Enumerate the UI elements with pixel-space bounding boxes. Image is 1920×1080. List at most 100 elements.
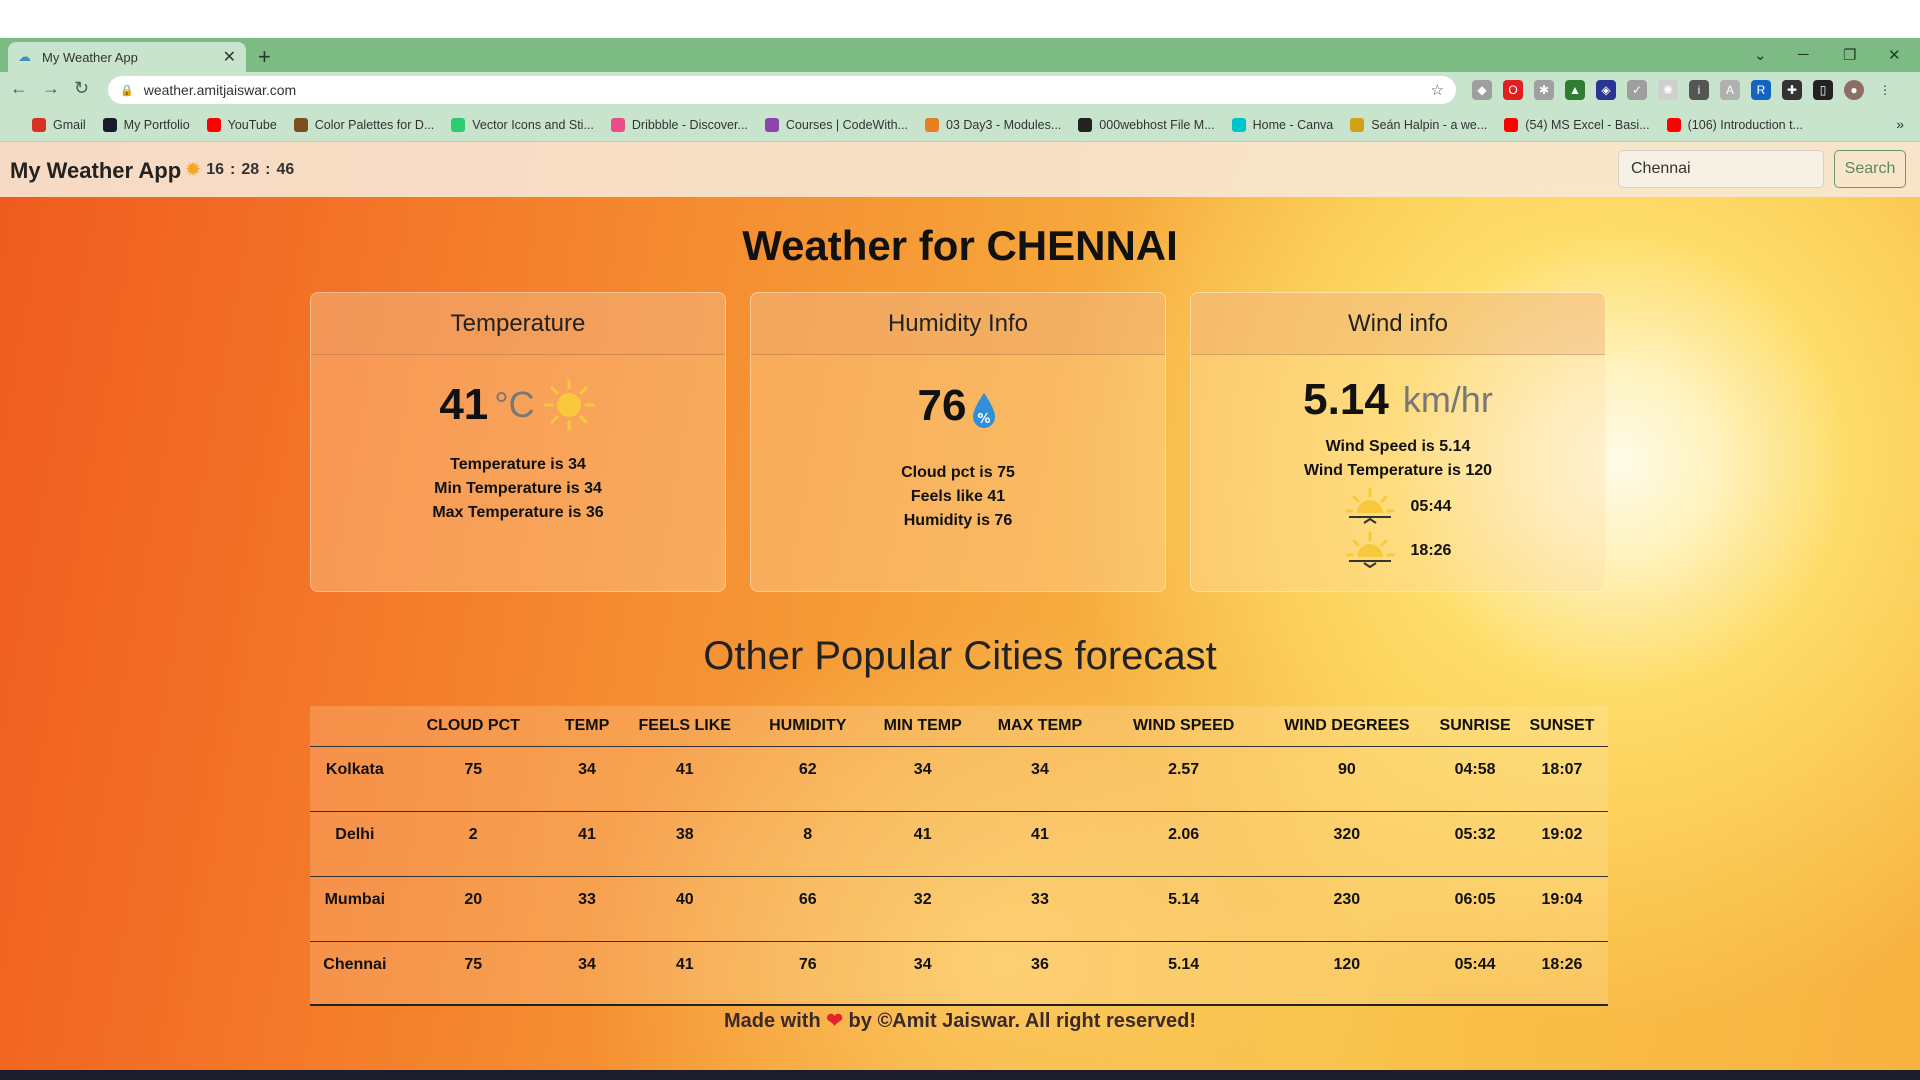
tab-close-icon[interactable]: ✕ (223, 47, 236, 67)
new-tab-button[interactable]: + (258, 44, 271, 70)
table-row: Chennai 75 34 41 76 34 36 5.14 120 05:44 18:26 (310, 941, 1608, 1006)
extension-r-icon[interactable]: R (1751, 80, 1771, 100)
close-window-icon[interactable]: ✕ (1888, 46, 1901, 64)
table-header-row: CLOUD PCT TEMP FEELS LIKE HUMIDITY MIN TEMP M… (310, 706, 1608, 747)
sunrise-icon (1345, 487, 1395, 524)
profile-avatar[interactable]: ● (1844, 80, 1864, 100)
bookmark-label: YouTube (227, 117, 277, 132)
column-header: SUNRISE (1434, 706, 1516, 747)
table-cell: 75 (399, 746, 547, 812)
extension-opera-icon[interactable]: O (1503, 80, 1523, 100)
column-header: SUNSET (1515, 706, 1608, 747)
more-bookmarks-icon[interactable]: » (1896, 116, 1904, 132)
city-name-cell: Mumbai (310, 876, 400, 942)
search-button[interactable]: Search (1834, 150, 1906, 188)
table-row: Kolkata 75 34 41 62 34 34 2.57 90 04:58 18:07 (310, 746, 1608, 812)
bookmark-item[interactable]: Gmail (32, 117, 86, 132)
temperature-detail: Temperature is 34 (450, 456, 586, 473)
column-header: TEMP (546, 706, 628, 747)
bookmark-item[interactable]: My Portfolio (102, 117, 190, 132)
bookmark-favicon-icon (451, 117, 466, 132)
extension-font-icon[interactable]: A (1720, 80, 1740, 100)
bookmark-item[interactable]: (106) Introduction t... (1666, 117, 1803, 132)
bookmark-favicon-icon (610, 117, 625, 132)
bookmark-item[interactable]: YouTube (206, 117, 277, 132)
sidebar-toggle-icon[interactable]: ▯ (1813, 80, 1833, 100)
clock-hours: 16 (206, 161, 225, 178)
city-name-cell: Chennai (323, 955, 387, 973)
bookmark-item[interactable]: Vector Icons and Sti... (451, 117, 594, 132)
table-cell: 320 (1259, 811, 1435, 877)
svg-text:%: % (978, 412, 991, 427)
bookmark-favicon-icon (1078, 117, 1093, 132)
table-cell: 41 (675, 955, 694, 973)
address-bar[interactable]: 🔒 weather.amitjaiswar.com ☆ (108, 76, 1456, 104)
temperature-value-row: 41 °C (439, 377, 596, 433)
bookmark-label: Courses | CodeWith... (785, 117, 908, 132)
screen: ☁ My Weather App ✕ + ⌄ ─ ❐ ✕ ← → ↻ 🔒 wea… (0, 0, 1920, 1080)
minimize-icon[interactable]: ─ (1798, 46, 1809, 63)
wind-value-row: 5.14 km/hr (1303, 375, 1493, 425)
table-cell: 18:07 (1515, 746, 1608, 812)
page-title: Weather for CHENNAI (742, 222, 1178, 269)
app-brand[interactable]: My Weather App (10, 158, 181, 184)
restore-icon[interactable]: ❐ (1843, 46, 1856, 64)
bookmark-star-icon[interactable]: ☆ (1431, 81, 1444, 99)
tab-search-icon[interactable]: ⌄ (1754, 46, 1767, 64)
table-cell: 41 (972, 811, 1108, 877)
extension-shield-icon[interactable]: ◆ (1472, 80, 1492, 100)
bookmark-item[interactable]: Seán Halpin - a we... (1350, 117, 1487, 132)
extension-cube-icon[interactable]: ◈ (1596, 80, 1616, 100)
table-cell: 38 (627, 811, 743, 877)
extension-info-icon[interactable]: i (1689, 80, 1709, 100)
city-search-input[interactable] (1618, 150, 1824, 188)
humidity-drop-icon: % (973, 393, 996, 428)
table-row: Mumbai 20 33 40 66 32 33 5.14 230 06:05 19:04 (310, 876, 1608, 942)
humidity-value: 76 (917, 381, 967, 430)
heart-icon: ❤ (826, 1010, 843, 1032)
bookmark-item[interactable]: Color Palettes for D... (293, 117, 434, 132)
weather-app: My Weather App ✹ 16 : 28 : 46 Search Wea… (0, 142, 1920, 1070)
bookmark-item[interactable]: Courses | CodeWith... (764, 117, 908, 132)
footer: Made with ❤ by ©Amit Jaiswar. All right … (0, 1008, 1920, 1033)
table-cell: 19:02 (1515, 811, 1608, 877)
bookmark-item[interactable]: 000webhost File M... (1078, 117, 1215, 132)
max-temperature-detail: Max Temperature is 36 (432, 504, 604, 521)
extension-tree-icon[interactable]: ▲ (1565, 80, 1585, 100)
table-cell: 06:05 (1434, 876, 1516, 942)
table-cell: 90 (1259, 746, 1435, 812)
extension-bug-icon[interactable]: ✱ (1534, 80, 1554, 100)
table-cell: 34 (578, 955, 596, 973)
bookmark-favicon-icon (32, 117, 46, 132)
forward-icon[interactable]: → (42, 78, 60, 99)
cities-table-container: CLOUD PCT TEMP FEELS LIKE HUMIDITY MIN TEMP M… (310, 706, 1608, 1006)
table-cell: 05:44 (1454, 955, 1496, 973)
table-cell: 34 (873, 746, 973, 812)
table-cell: 34 (913, 955, 932, 973)
extension-check-icon[interactable]: ✓ (1627, 80, 1647, 100)
wind-temperature-detail: Wind Temperature is 120 (1303, 462, 1493, 479)
extensions-puzzle-icon[interactable]: ✚ (1782, 80, 1802, 100)
column-header: WIND DEGREES (1259, 706, 1435, 747)
browser-tab[interactable]: ☁ My Weather App ✕ (8, 42, 246, 72)
cloud-pct-detail: Cloud pct is 75 (901, 464, 1015, 481)
temperature-value: 41 (439, 380, 489, 429)
bookmark-label: (54) MS Excel - Basi... (1525, 117, 1650, 132)
bookmark-item[interactable]: Home - Canva (1231, 117, 1333, 132)
sunrise-time: 05:44 (1410, 498, 1452, 515)
cities-table: CLOUD PCT TEMP FEELS LIKE HUMIDITY MIN TEMP M… (310, 706, 1608, 1006)
bookmark-item[interactable]: 03 Day3 - Modules... (924, 117, 1061, 132)
footer-text-after: by ©Amit Jaiswar. All right reserved! (848, 1010, 1196, 1032)
bookmark-label: 000webhost File M... (1099, 117, 1215, 132)
bookmark-favicon-icon (102, 117, 117, 132)
bookmark-item[interactable]: (54) MS Excel - Basi... (1504, 117, 1650, 132)
menu-kebab-icon[interactable]: ⋮ (1875, 80, 1895, 100)
bookmark-item[interactable]: Dribbble - Discover... (610, 117, 748, 132)
table-cell: 32 (873, 876, 973, 942)
reload-icon[interactable]: ↻ (74, 78, 89, 99)
column-header: HUMIDITY (742, 706, 874, 747)
back-icon[interactable]: ← (10, 78, 28, 99)
extension-gear-icon[interactable]: ✺ (1658, 80, 1678, 100)
column-header: MAX TEMP (972, 706, 1108, 747)
table-cell: 8 (742, 811, 874, 877)
